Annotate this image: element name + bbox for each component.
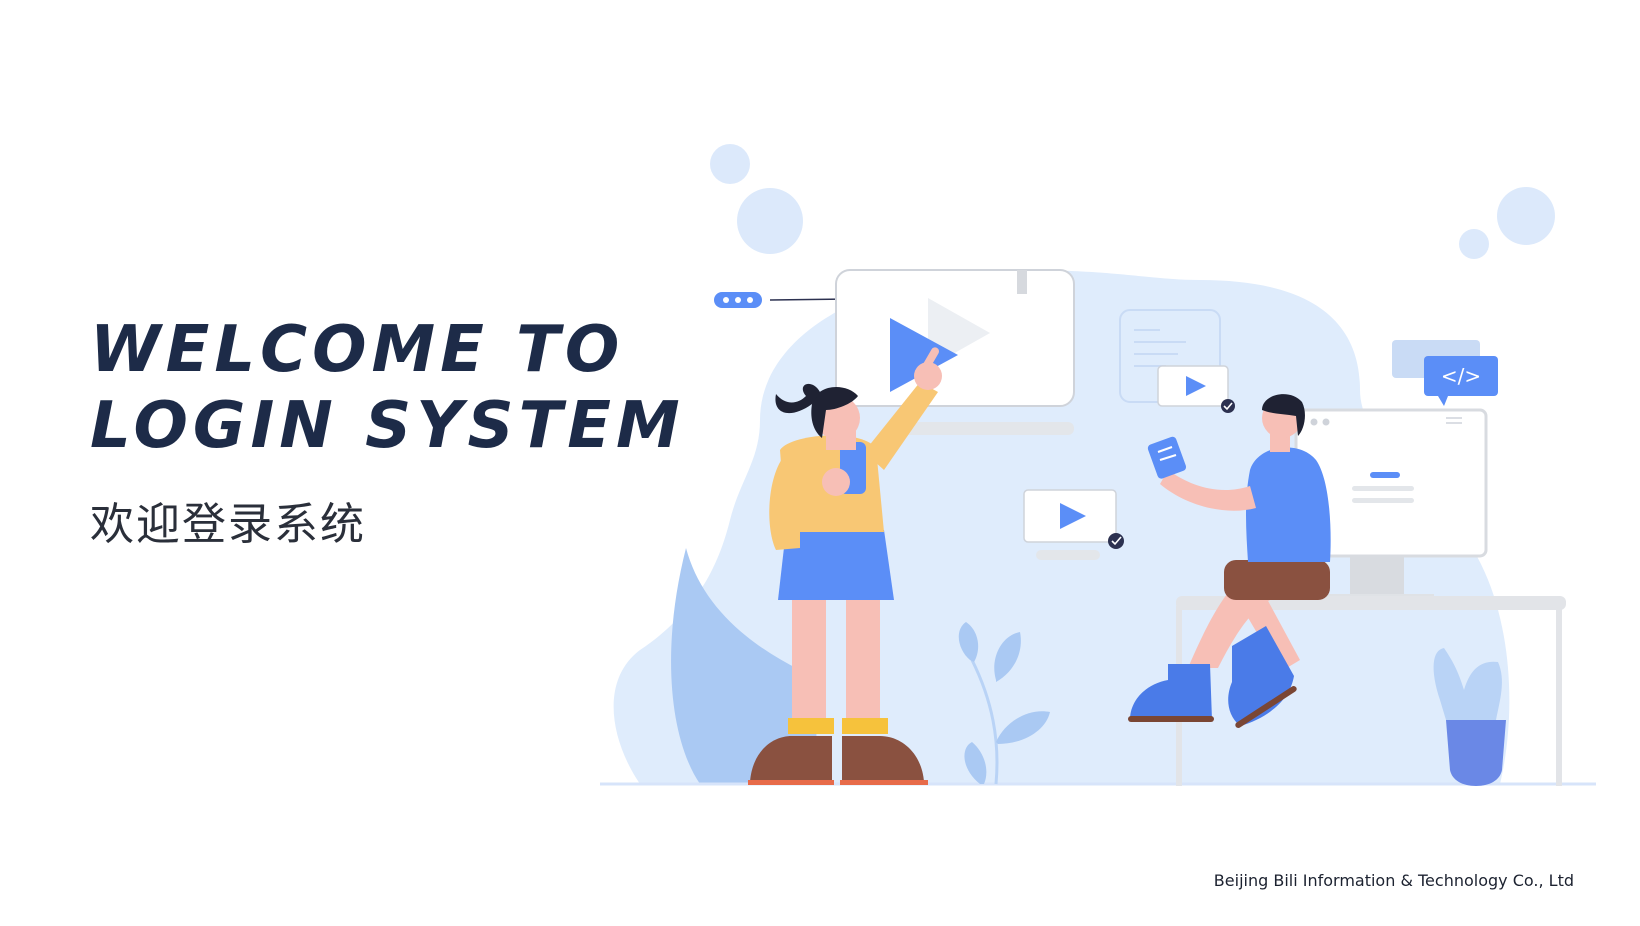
welcome-title-line2: LOGIN SYSTEM bbox=[90, 389, 685, 463]
code-tag-icon: </> bbox=[1441, 364, 1481, 388]
hero: WELCOME TO LOGIN SYSTEM 欢迎登录系统 bbox=[90, 312, 685, 552]
welcome-title: WELCOME TO LOGIN SYSTEM bbox=[90, 312, 685, 464]
welcome-subtitle: 欢迎登录系统 bbox=[90, 499, 366, 550]
bubble-decoration bbox=[710, 144, 750, 184]
check-icon bbox=[1108, 533, 1124, 549]
bubble-decoration bbox=[1497, 187, 1555, 245]
check-icon bbox=[1221, 399, 1235, 413]
login-illustration: </> bbox=[600, 144, 1596, 786]
bubble-decoration bbox=[1459, 229, 1489, 259]
company-footer: Beijing Bili Information & Technology Co… bbox=[1213, 871, 1574, 890]
welcome-title-line1: WELCOME TO bbox=[90, 313, 625, 387]
plant-pot bbox=[1446, 720, 1506, 786]
bubble-decoration bbox=[737, 188, 803, 254]
